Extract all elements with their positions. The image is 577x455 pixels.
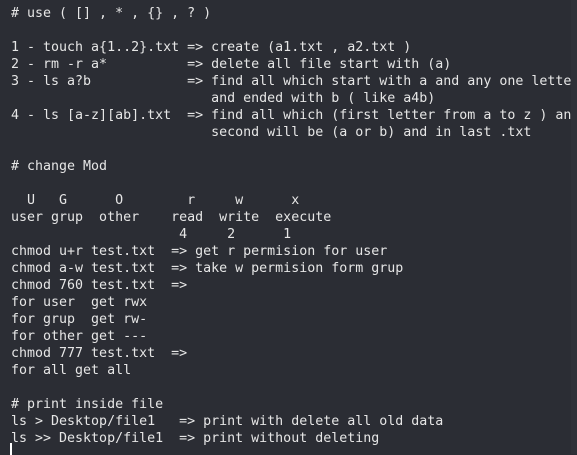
text-line-26: ls > Desktop/file1 => print with delete … <box>11 414 444 429</box>
text-line-16: chmod u+r test.txt => get r permision fo… <box>11 244 388 259</box>
text-line-15: 4 2 1 <box>11 227 292 242</box>
text-line-8: second will be (a or b) and in last .txt <box>11 125 532 140</box>
text-line-25: # print inside file <box>11 397 164 412</box>
text-line-27: ls >> Desktop/file1 => print without del… <box>11 431 380 446</box>
text-line-5: 3 - ls a?b => find all which start with … <box>11 74 577 89</box>
text-line-6: and ended with b ( like a4b) <box>11 91 436 106</box>
text-line-14: user grup other read write execute <box>11 210 332 225</box>
text-line-20: for grup get rw- <box>11 312 148 327</box>
text-line-13: U G O r w x <box>11 193 300 208</box>
text-line-1: # use ( [] , * , {} , ? ) <box>11 6 212 21</box>
text-line-21: for other get --- <box>11 329 148 344</box>
text-line-23: for all get all <box>11 363 132 378</box>
text-line-17: chmod a-w test.txt => take w permision f… <box>11 261 404 276</box>
text-line-3: 1 - touch a{1..2}.txt => create (a1.txt … <box>11 40 412 55</box>
text-line-11: # change Mod <box>11 159 108 174</box>
text-line-19: for user get rwx <box>11 295 148 310</box>
text-cursor <box>10 443 12 455</box>
text-line-18: chmod 760 test.txt => <box>11 278 188 293</box>
text-editor[interactable]: # use ( [] , * , {} , ? ) 1 - touch a{1.… <box>0 0 577 455</box>
text-line-4: 2 - rm -r a* => delete all file start wi… <box>11 57 452 72</box>
vertical-scrollbar[interactable] <box>571 0 577 454</box>
text-line-7: 4 - ls [a-z][ab].txt => find all which (… <box>11 108 577 123</box>
text-line-22: chmod 777 test.txt => <box>11 346 188 361</box>
